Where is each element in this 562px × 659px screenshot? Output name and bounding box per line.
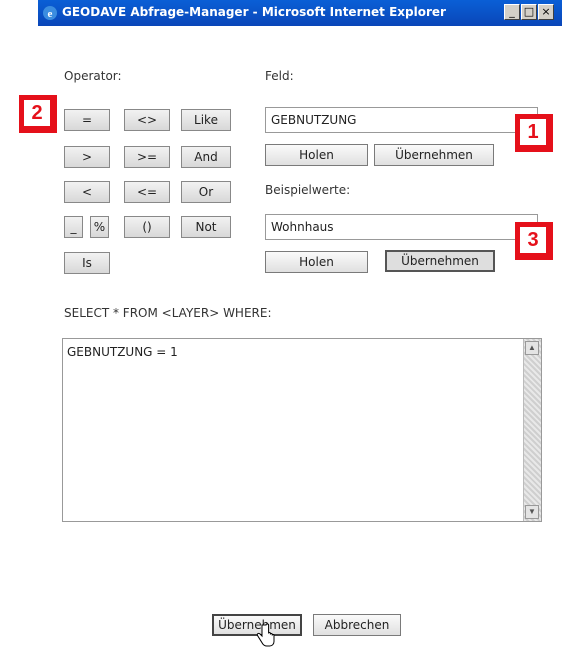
field-label: Feld:: [265, 69, 294, 83]
operator-like-button[interactable]: Like: [181, 109, 231, 131]
field-uebernehmen-button[interactable]: Übernehmen: [374, 144, 494, 166]
operator-and-button[interactable]: And: [181, 146, 231, 168]
operator-is-button[interactable]: Is: [64, 252, 110, 274]
scroll-up-icon[interactable]: ▲: [525, 341, 539, 355]
operator-underscore-button[interactable]: _: [64, 216, 83, 238]
annotation-badge-1: 1: [515, 114, 553, 152]
example-values-label: Beispielwerte:: [265, 183, 351, 197]
operator-greater-button[interactable]: >: [64, 146, 110, 168]
badge-number: 2: [24, 100, 50, 126]
badge-number: 3: [520, 227, 546, 253]
operator-less-button[interactable]: <: [64, 181, 110, 203]
operator-percent-button[interactable]: %: [90, 216, 109, 238]
query-scrollbar[interactable]: ▲ ▼: [523, 339, 541, 521]
badge-number: 1: [520, 119, 546, 145]
query-textarea[interactable]: GEBNUTZUNG = 1 ▲ ▼: [62, 338, 542, 522]
hand-cursor-icon: [256, 623, 275, 647]
minimize-button[interactable]: _: [504, 4, 520, 20]
operator-not-equal-button[interactable]: <>: [124, 109, 170, 131]
abbrechen-button[interactable]: Abbrechen: [313, 614, 401, 636]
internet-explorer-icon: e: [43, 6, 57, 20]
operator-not-button[interactable]: Not: [181, 216, 231, 238]
example-value-input[interactable]: Wohnhaus: [265, 214, 538, 240]
annotation-badge-2: 2: [19, 95, 57, 133]
scroll-down-icon[interactable]: ▼: [525, 505, 539, 519]
window-title: GEODAVE Abfrage-Manager - Microsoft Inte…: [62, 5, 446, 19]
operator-greater-equal-button[interactable]: >=: [124, 146, 170, 168]
field-input[interactable]: GEBNUTZUNG: [265, 107, 538, 133]
svg-text:e: e: [48, 8, 53, 20]
operator-or-button[interactable]: Or: [181, 181, 231, 203]
example-uebernehmen-button[interactable]: Übernehmen: [385, 250, 495, 272]
operator-equals-button[interactable]: =: [64, 109, 110, 131]
query-label: SELECT * FROM <LAYER> WHERE:: [64, 306, 272, 320]
query-text: GEBNUTZUNG = 1: [67, 345, 178, 359]
example-holen-button[interactable]: Holen: [265, 251, 368, 273]
operator-parentheses-button[interactable]: (): [124, 216, 170, 238]
close-button[interactable]: ×: [538, 4, 554, 20]
maximize-button[interactable]: □: [521, 4, 537, 20]
dialog-window: [38, 0, 562, 659]
field-holen-button[interactable]: Holen: [265, 144, 368, 166]
annotation-badge-3: 3: [515, 222, 553, 260]
operator-label: Operator:: [64, 69, 122, 83]
operator-less-equal-button[interactable]: <=: [124, 181, 170, 203]
